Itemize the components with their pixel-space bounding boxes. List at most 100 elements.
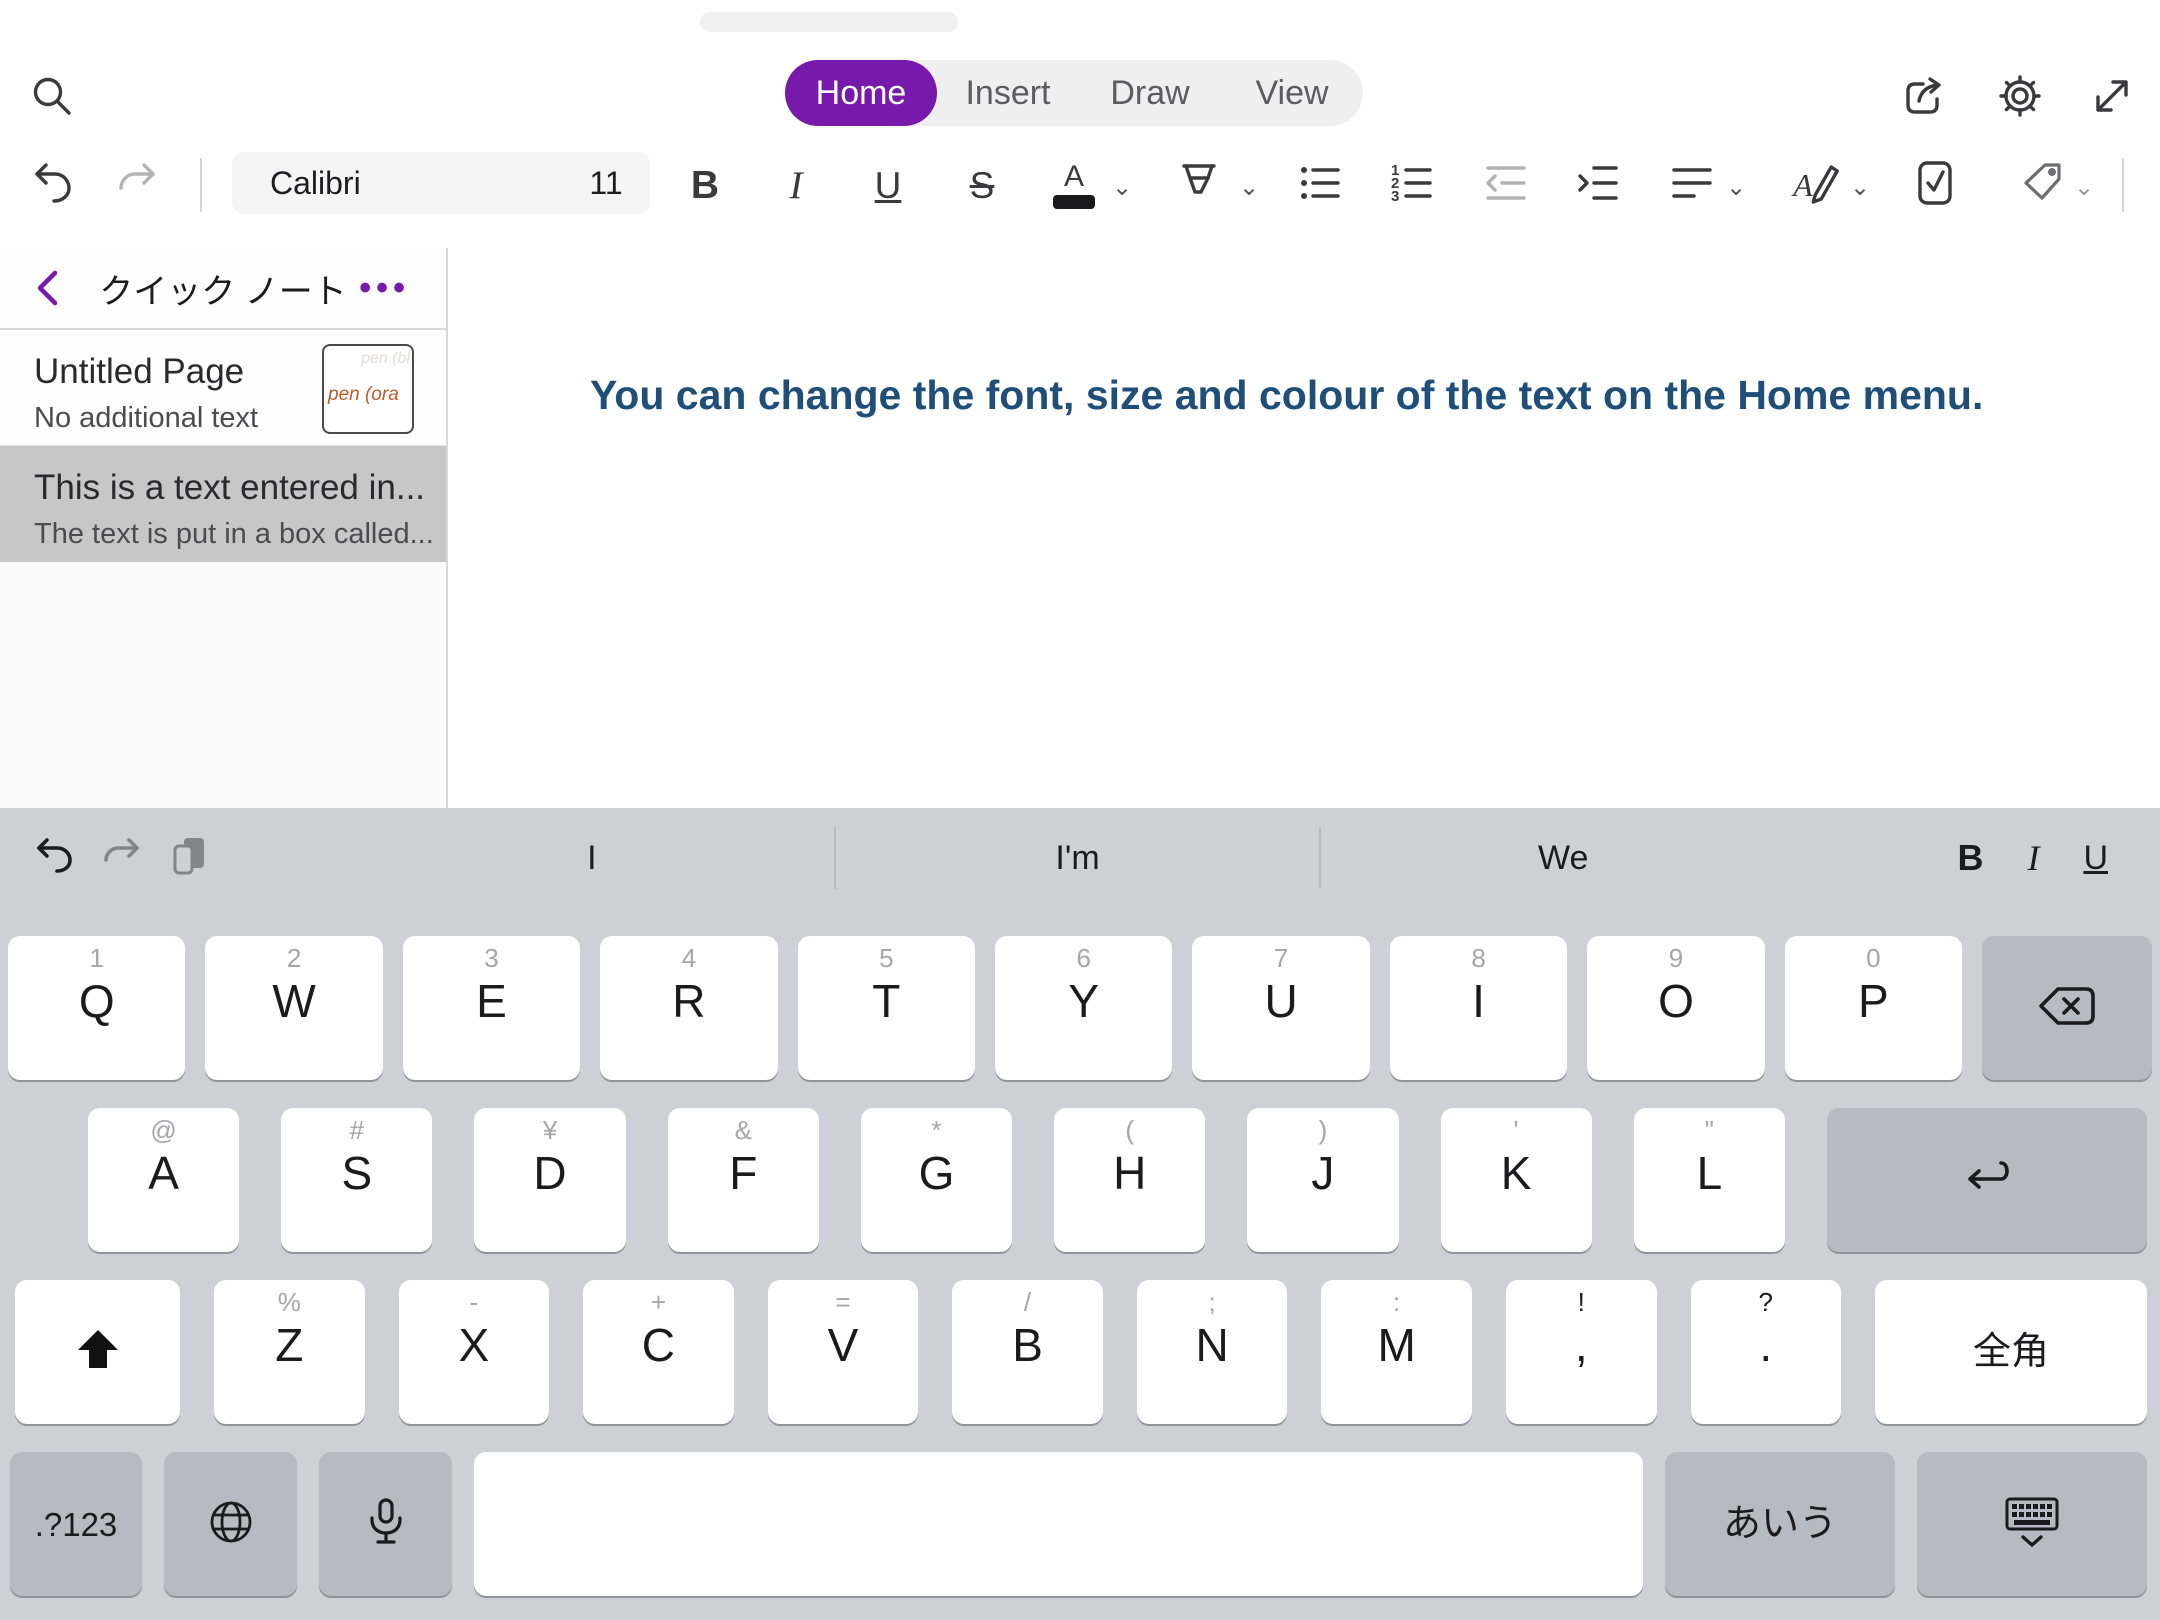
key-S[interactable]: #S bbox=[281, 1108, 432, 1252]
sidebar-header: クイック ノート ••• bbox=[0, 248, 446, 330]
key-Q[interactable]: 1Q bbox=[8, 936, 185, 1080]
key-mic[interactable] bbox=[319, 1452, 452, 1596]
key-Z[interactable]: %Z bbox=[214, 1280, 365, 1424]
key-A[interactable]: @A bbox=[88, 1108, 239, 1252]
key-X[interactable]: -X bbox=[399, 1280, 550, 1424]
kb-undo-button[interactable] bbox=[28, 832, 80, 884]
styles-chevron-icon[interactable]: ⌄ bbox=[1850, 176, 1870, 200]
outdent-button[interactable] bbox=[1482, 156, 1530, 214]
key-backspace[interactable] bbox=[1982, 936, 2152, 1080]
font-size-value: 11 bbox=[589, 165, 622, 202]
kb-paste-button[interactable] bbox=[163, 832, 215, 884]
kb-redo-button[interactable] bbox=[96, 832, 148, 884]
key-H[interactable]: (H bbox=[1054, 1108, 1205, 1252]
key-D[interactable]: ¥D bbox=[474, 1108, 625, 1252]
numbered-list-button[interactable]: 123 bbox=[1388, 156, 1436, 214]
toolbar-divider bbox=[200, 158, 202, 212]
key-space[interactable] bbox=[474, 1452, 1643, 1596]
italic-button[interactable]: I bbox=[790, 156, 803, 214]
key-V[interactable]: =V bbox=[768, 1280, 919, 1424]
share-button[interactable] bbox=[1899, 72, 1947, 120]
suggestion-0[interactable]: I bbox=[350, 839, 834, 878]
redo-button[interactable] bbox=[115, 156, 165, 214]
kb-italic-button[interactable]: I bbox=[2027, 837, 2039, 879]
key-K[interactable]: 'K bbox=[1441, 1108, 1592, 1252]
key-N[interactable]: ;N bbox=[1137, 1280, 1288, 1424]
kb-underline-button[interactable]: U bbox=[2083, 839, 2108, 878]
settings-button[interactable] bbox=[1996, 72, 2044, 120]
key-main-label: X bbox=[459, 1322, 490, 1368]
key-Y[interactable]: 6Y bbox=[995, 936, 1172, 1080]
fullscreen-button[interactable] bbox=[2088, 72, 2136, 120]
note-text[interactable]: You can change the font, size and colour… bbox=[590, 372, 1983, 419]
key-alt-label: / bbox=[1024, 1288, 1031, 1318]
key-,[interactable]: !, bbox=[1506, 1280, 1657, 1424]
font-name-field[interactable]: Calibri bbox=[232, 152, 592, 214]
key-main-label: F bbox=[729, 1150, 757, 1196]
key-C[interactable]: +C bbox=[583, 1280, 734, 1424]
search-icon bbox=[29, 73, 75, 119]
align-chevron-icon[interactable]: ⌄ bbox=[1726, 176, 1746, 200]
key-E[interactable]: 3E bbox=[403, 936, 580, 1080]
key-F[interactable]: &F bbox=[668, 1108, 819, 1252]
note-canvas[interactable]: You can change the font, size and colour… bbox=[448, 248, 2160, 808]
key-P[interactable]: 0P bbox=[1785, 936, 1962, 1080]
font-size-field[interactable]: 11 bbox=[562, 152, 650, 214]
align-button[interactable] bbox=[1668, 156, 1716, 214]
styles-button[interactable]: A bbox=[1793, 156, 1839, 214]
sidebar-more-button[interactable]: ••• bbox=[359, 269, 410, 308]
search-button[interactable] bbox=[28, 72, 76, 120]
page-list-item-untitled[interactable]: Untitled Page No additional text pen (bl… bbox=[0, 330, 446, 446]
suggestion-1[interactable]: I'm bbox=[836, 839, 1320, 878]
highlighter-chevron-icon[interactable]: ⌄ bbox=[1239, 176, 1259, 200]
tab-view[interactable]: View bbox=[1221, 60, 1363, 126]
tag-chevron-icon[interactable]: ⌄ bbox=[2074, 176, 2094, 200]
tab-home[interactable]: Home bbox=[785, 60, 937, 126]
gear-icon bbox=[1996, 72, 2044, 120]
suggestion-2[interactable]: We bbox=[1321, 839, 1805, 878]
bullet-list-button[interactable] bbox=[1296, 156, 1344, 214]
font-color-button[interactable]: A bbox=[1053, 156, 1095, 214]
key-O[interactable]: 9O bbox=[1587, 936, 1764, 1080]
underline-button[interactable]: U bbox=[875, 156, 902, 214]
tab-draw[interactable]: Draw bbox=[1079, 60, 1221, 126]
key-numbers[interactable]: .?123 bbox=[10, 1452, 142, 1596]
strikethrough-button[interactable]: S bbox=[970, 156, 995, 214]
key-alt-label: + bbox=[651, 1288, 666, 1318]
key-G[interactable]: *G bbox=[861, 1108, 1012, 1252]
key-return[interactable] bbox=[1827, 1108, 2147, 1252]
key-alt-label: 0 bbox=[1866, 944, 1880, 974]
font-color-chevron-icon[interactable]: ⌄ bbox=[1112, 176, 1132, 200]
highlighter-button[interactable] bbox=[1174, 156, 1224, 214]
tag-button[interactable] bbox=[2019, 156, 2067, 214]
key-main-label: D bbox=[533, 1150, 566, 1196]
tab-insert[interactable]: Insert bbox=[937, 60, 1079, 126]
indent-button[interactable] bbox=[1574, 156, 1622, 214]
kb-bold-button[interactable]: B bbox=[1957, 837, 1983, 879]
back-button[interactable] bbox=[28, 266, 72, 310]
todo-tag-button[interactable] bbox=[1912, 156, 1958, 214]
page-subtitle: The text is put in a box called... bbox=[34, 518, 436, 551]
key-zenkaku[interactable]: 全角 bbox=[1875, 1280, 2147, 1424]
key-L[interactable]: "L bbox=[1634, 1108, 1785, 1252]
key-B[interactable]: /B bbox=[952, 1280, 1103, 1424]
undo-button[interactable] bbox=[25, 156, 75, 214]
key-T[interactable]: 5T bbox=[798, 936, 975, 1080]
align-left-icon bbox=[1668, 159, 1716, 212]
key-M[interactable]: :M bbox=[1321, 1280, 1472, 1424]
key-R[interactable]: 4R bbox=[600, 936, 777, 1080]
key-alt-label: 4 bbox=[682, 944, 696, 974]
bold-button[interactable]: B bbox=[691, 156, 719, 214]
key-globe[interactable] bbox=[164, 1452, 297, 1596]
key-.[interactable]: ?. bbox=[1691, 1280, 1842, 1424]
key-I[interactable]: 8I bbox=[1390, 936, 1567, 1080]
underline-icon: U bbox=[875, 167, 902, 204]
key-kana[interactable]: あいう bbox=[1665, 1452, 1895, 1596]
page-list-item-selected[interactable]: This is a text entered in... The text is… bbox=[0, 446, 446, 562]
key-W[interactable]: 2W bbox=[205, 936, 382, 1080]
key-dismiss[interactable] bbox=[1917, 1452, 2147, 1596]
key-U[interactable]: 7U bbox=[1192, 936, 1369, 1080]
ribbon-tabs: Home Insert Draw View bbox=[785, 60, 1363, 126]
key-J[interactable]: )J bbox=[1247, 1108, 1398, 1252]
key-shift[interactable] bbox=[15, 1280, 180, 1424]
